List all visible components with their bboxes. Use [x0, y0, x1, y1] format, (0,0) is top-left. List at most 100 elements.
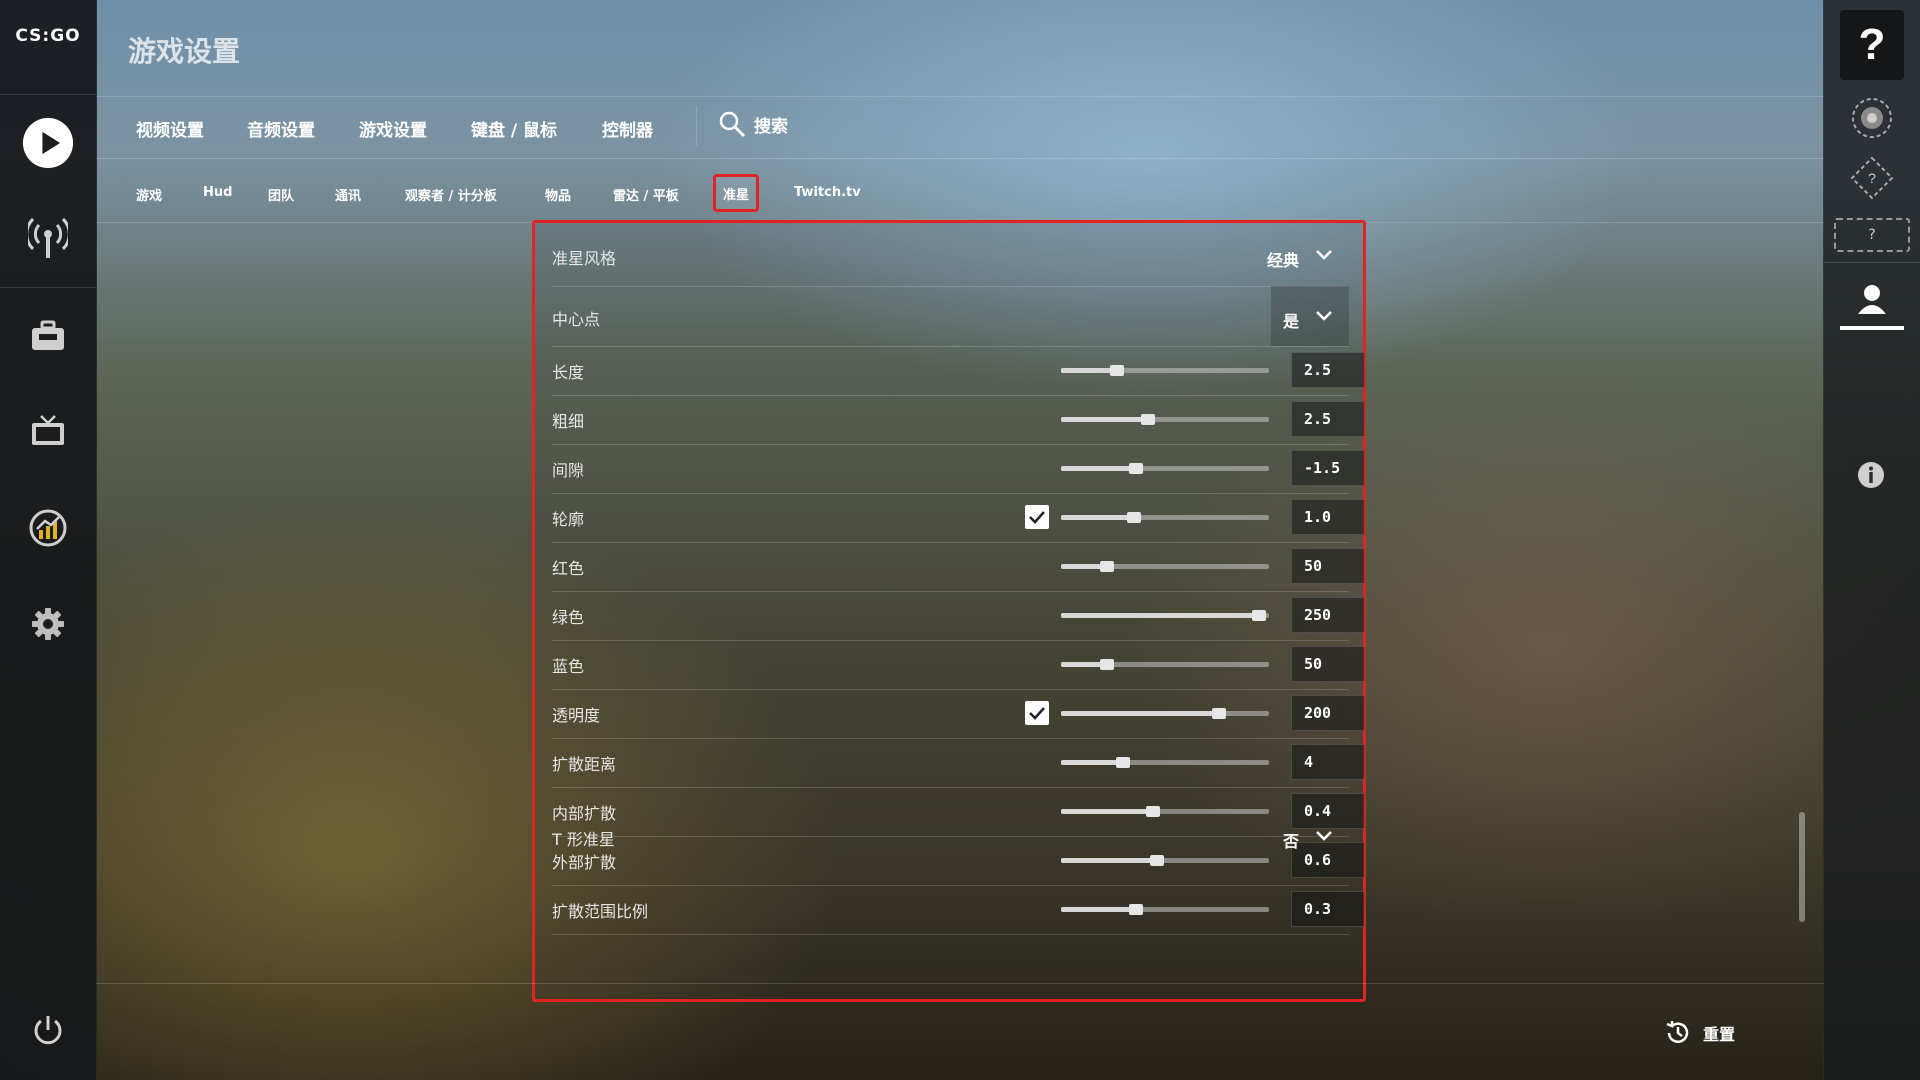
reset-button[interactable]: 重置 — [1663, 1018, 1735, 1048]
empty-slot[interactable]: ? — [1834, 218, 1910, 252]
slider-fill — [1061, 466, 1136, 471]
value-input[interactable]: 4 — [1291, 744, 1365, 780]
slider-track[interactable] — [1061, 708, 1269, 719]
slider-fill — [1061, 417, 1149, 422]
slider-track[interactable] — [1061, 561, 1269, 572]
slider-thumb[interactable] — [1116, 757, 1131, 768]
value-input[interactable]: 250 — [1291, 597, 1365, 633]
subtab-communication[interactable]: 通讯 — [335, 185, 361, 204]
slider-thumb[interactable] — [1110, 365, 1125, 376]
inventory-button[interactable] — [22, 310, 74, 362]
help-button[interactable]: ? — [1840, 10, 1904, 80]
slider-label: 扩散范围比例 — [552, 902, 649, 921]
chevron-down-icon[interactable] — [1315, 310, 1333, 322]
slider-track[interactable] — [1061, 365, 1269, 376]
value-input[interactable]: -1.5 — [1291, 450, 1365, 486]
info-button[interactable] — [1856, 460, 1886, 494]
slider-label: 透明度 — [552, 706, 601, 725]
enable-checkbox[interactable] — [1025, 505, 1049, 529]
rank-badge[interactable] — [1850, 96, 1894, 144]
slider-row: 绿色 250 — [552, 591, 1365, 641]
value-input[interactable]: 200 — [1291, 695, 1365, 731]
slider-label: 内部扩散 — [552, 804, 617, 823]
slider-track[interactable] — [1061, 904, 1269, 915]
slider-thumb[interactable] — [1141, 414, 1156, 425]
subtab-team[interactable]: 团队 — [268, 185, 294, 204]
subtab-game[interactable]: 游戏 — [136, 185, 162, 204]
crosshair-style-label: 准星风格 — [552, 249, 617, 268]
quit-button[interactable] — [22, 1004, 74, 1056]
search-icon — [719, 111, 746, 138]
broadcast-icon — [28, 217, 68, 258]
power-icon — [34, 1016, 62, 1045]
slider-row: 间隙 -1.5 — [552, 444, 1365, 494]
tab-keyboard-mouse[interactable]: 键盘 / 鼠标 — [471, 116, 557, 141]
center-dot-label: 中心点 — [552, 310, 601, 329]
profile-button[interactable] — [1840, 280, 1904, 330]
slider-label: 间隙 — [552, 461, 585, 480]
center-dot-dropdown[interactable]: 是 — [1283, 308, 1299, 332]
slider-track[interactable] — [1061, 414, 1269, 425]
slider-label: 蓝色 — [552, 657, 585, 676]
value-input[interactable]: 0.4 — [1291, 793, 1365, 829]
slider-thumb[interactable] — [1128, 904, 1143, 915]
watch-broadcast-button[interactable] — [22, 212, 74, 264]
slider-track[interactable] — [1061, 659, 1269, 670]
value-input[interactable]: 2.5 — [1291, 352, 1365, 388]
subtab-spectator-scoreboard[interactable]: 观察者 / 计分板 — [405, 185, 497, 204]
t-style-dropdown[interactable]: 否 — [1283, 828, 1299, 852]
subtab-crosshair[interactable]: 准星 — [713, 174, 759, 212]
tab-audio-settings[interactable]: 音频设置 — [247, 116, 315, 141]
enable-checkbox[interactable] — [1025, 701, 1049, 725]
slider-thumb[interactable] — [1145, 806, 1160, 817]
slider-row: 红色 50 — [552, 542, 1365, 592]
slider-track[interactable] — [1061, 806, 1269, 817]
chevron-down-icon[interactable] — [1315, 830, 1333, 842]
slider-fill — [1061, 368, 1118, 373]
slider-thumb[interactable] — [1212, 708, 1227, 719]
stats-button[interactable] — [22, 502, 74, 554]
value-input[interactable]: 0.3 — [1291, 891, 1365, 927]
chevron-down-icon[interactable] — [1315, 249, 1333, 261]
subtab-twitch[interactable]: Twitch.tv — [794, 185, 861, 200]
slider-fill — [1061, 809, 1153, 814]
rail-divider — [0, 94, 96, 95]
slider-thumb[interactable] — [1128, 463, 1143, 474]
rail-divider — [1824, 262, 1920, 263]
crosshair-style-dropdown[interactable]: 经典 — [1267, 247, 1299, 271]
value-input[interactable]: 2.5 — [1291, 401, 1365, 437]
slider-thumb[interactable] — [1099, 561, 1114, 572]
svg-text:?: ? — [1868, 170, 1876, 186]
subtab-hud[interactable]: Hud — [203, 185, 232, 200]
checkmark-icon — [1029, 511, 1045, 524]
play-icon — [22, 117, 74, 169]
subtab-radar-tablet[interactable]: 雷达 / 平板 — [613, 185, 679, 204]
search-button[interactable]: 搜索 — [718, 110, 788, 138]
watch-button[interactable] — [22, 406, 74, 458]
t-style-row: T 形准星 否 — [552, 826, 1349, 866]
slider-track[interactable] — [1061, 610, 1269, 621]
slider-thumb[interactable] — [1126, 512, 1141, 523]
play-button[interactable] — [22, 117, 74, 169]
slider-thumb[interactable] — [1251, 610, 1266, 621]
csgo-logo: CS:GO — [15, 26, 81, 46]
slider-fill — [1061, 711, 1220, 716]
slider-fill — [1061, 907, 1136, 912]
tab-video-settings[interactable]: 视频设置 — [136, 116, 204, 141]
settings-button[interactable] — [22, 598, 74, 650]
unknown-rank-badge[interactable]: ? — [1850, 156, 1894, 204]
slider-track[interactable] — [1061, 757, 1269, 768]
value-input[interactable]: 50 — [1291, 646, 1365, 682]
scrollbar[interactable] — [1799, 812, 1805, 922]
slider-thumb[interactable] — [1099, 659, 1114, 670]
reset-label: 重置 — [1703, 1025, 1736, 1044]
slider-track[interactable] — [1061, 512, 1269, 523]
slider-track[interactable] — [1061, 463, 1269, 474]
subtab-items[interactable]: 物品 — [545, 185, 571, 204]
tab-game-settings[interactable]: 游戏设置 — [359, 116, 427, 141]
value-input[interactable]: 1.0 — [1291, 499, 1365, 535]
gear-icon — [32, 608, 64, 640]
value-input[interactable]: 50 — [1291, 548, 1365, 584]
tab-controller[interactable]: 控制器 — [602, 116, 653, 141]
search-label: 搜索 — [754, 116, 788, 137]
